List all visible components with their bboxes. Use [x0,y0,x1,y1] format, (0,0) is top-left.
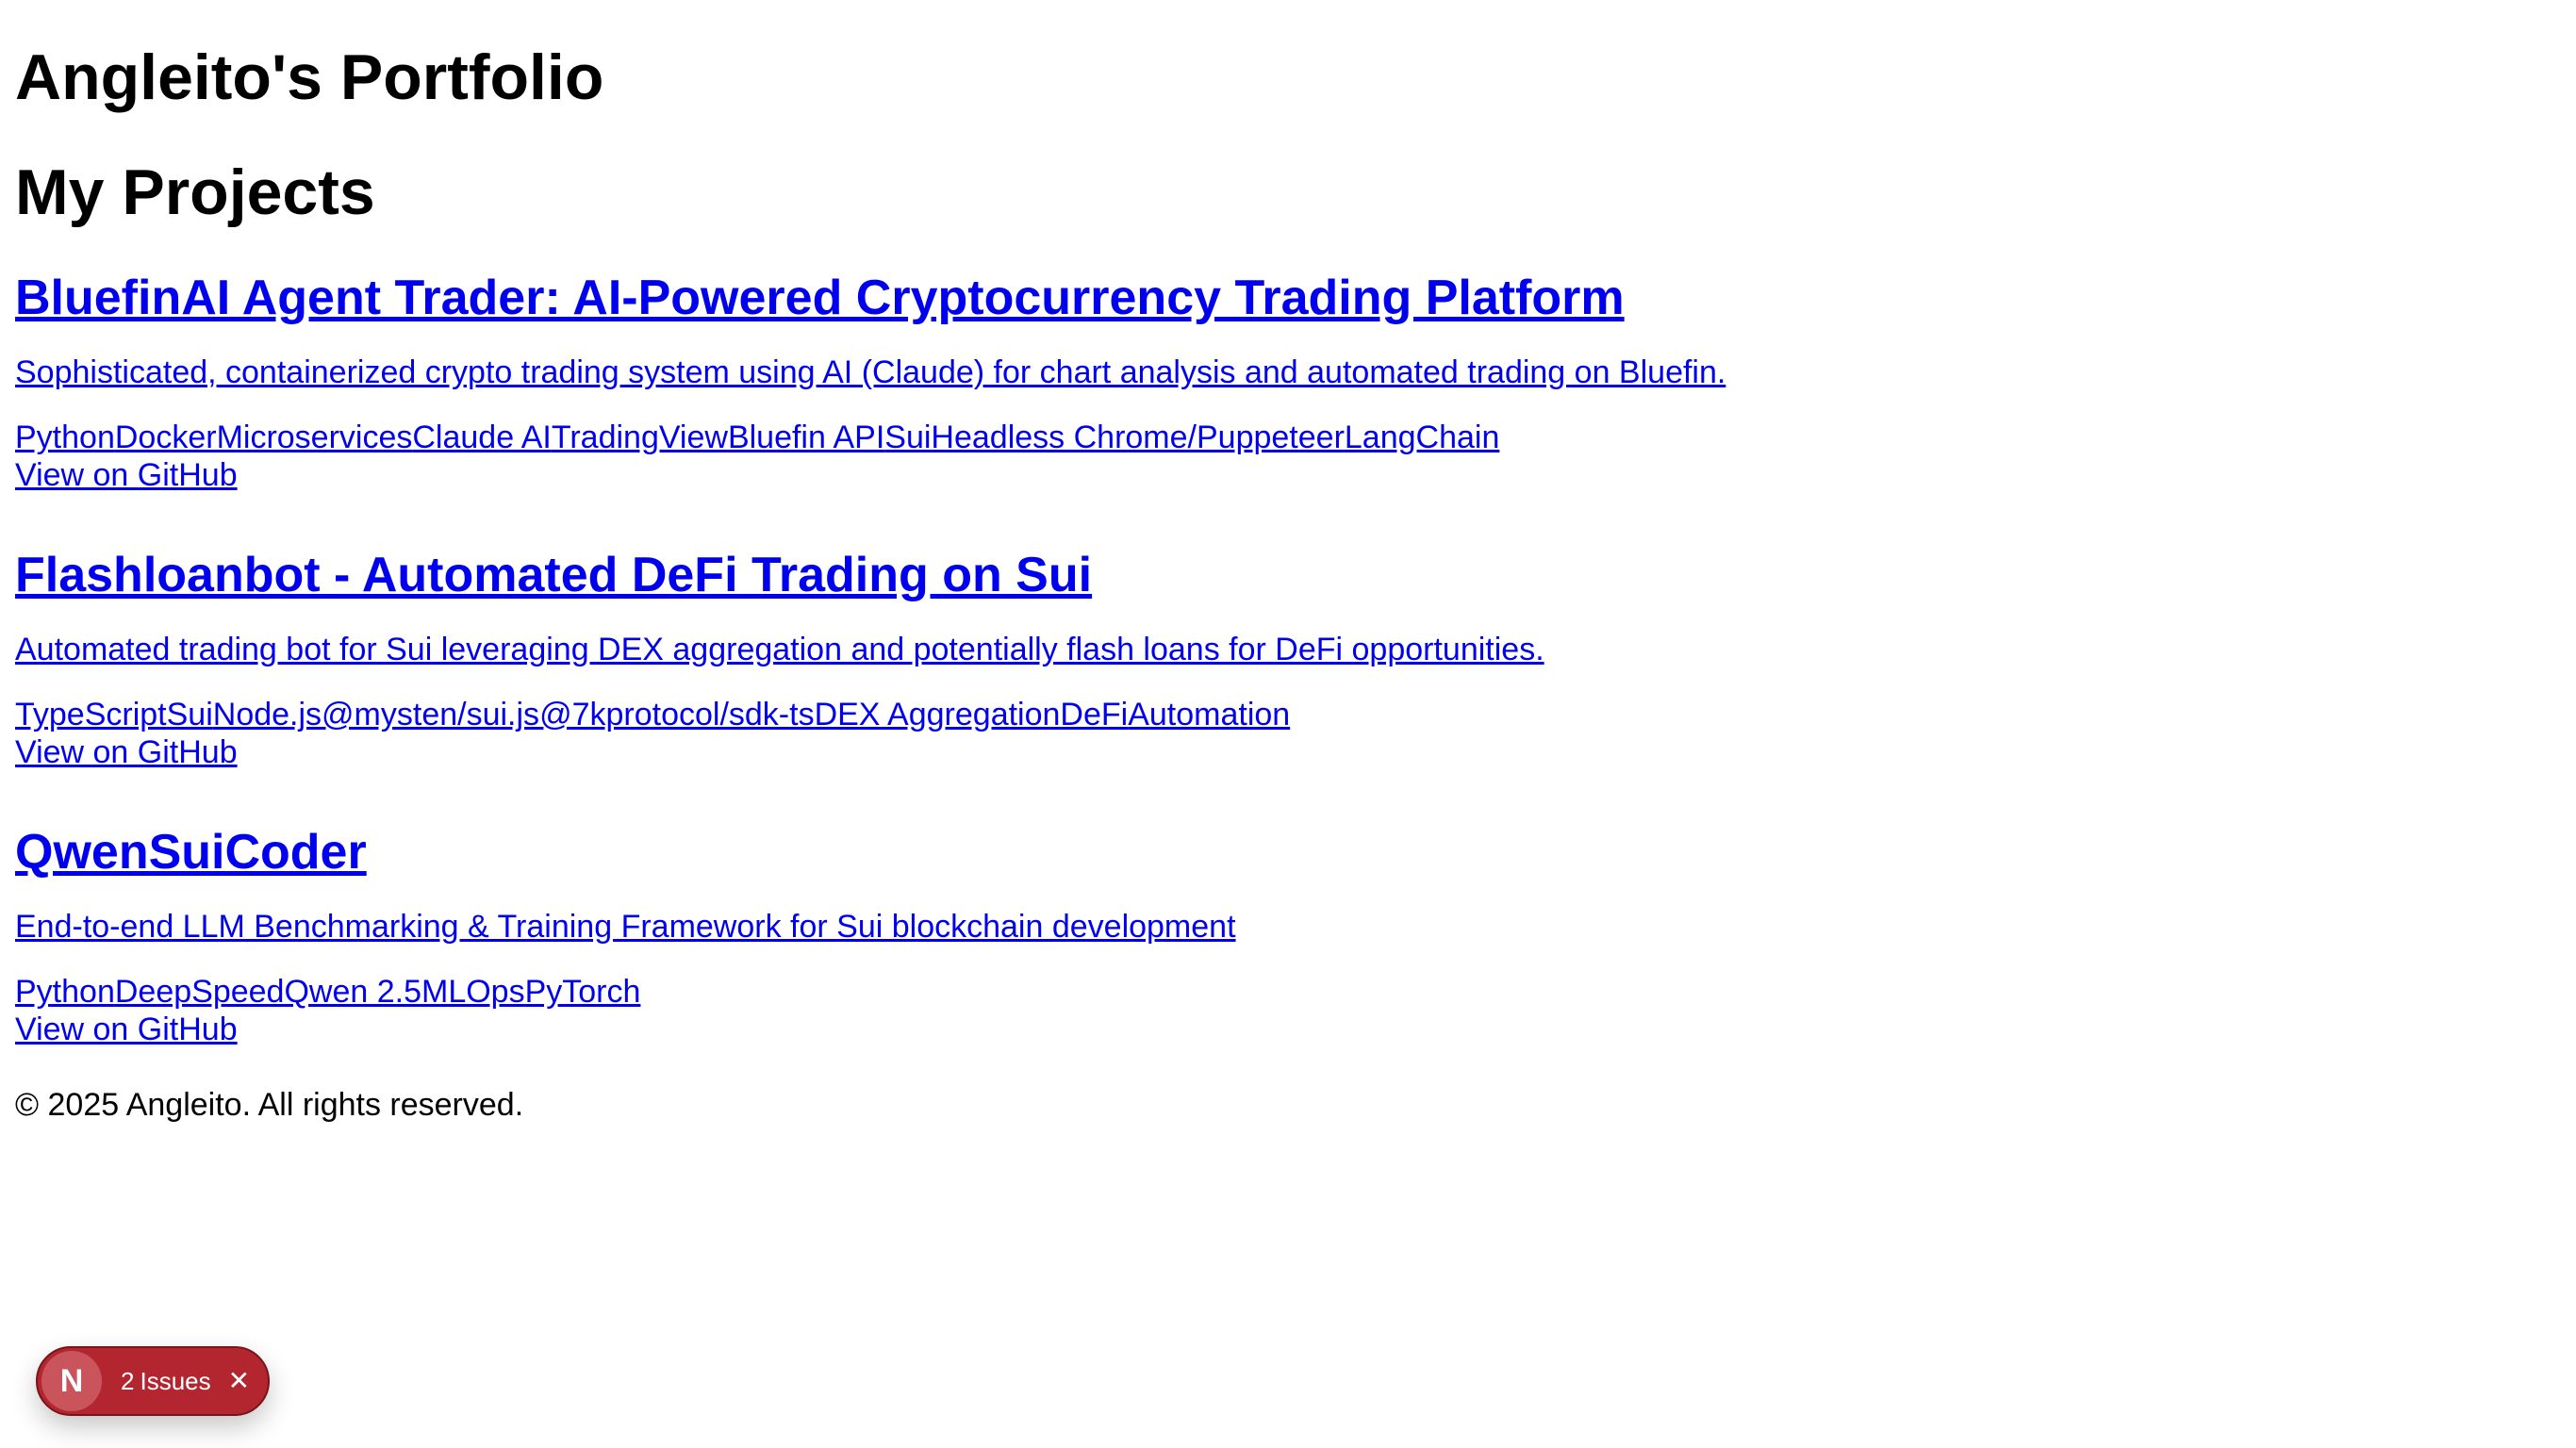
tag-link[interactable]: DeepSpeed [115,974,285,1010]
project-title-link[interactable]: BluefinAI Agent Trader: AI-Powered Crypt… [15,268,2467,328]
project-description-link[interactable]: Sophisticated, containerized crypto trad… [15,351,2467,394]
project-card-qwensuicoder: QwenSuiCoder End-to-end LLM Benchmarking… [15,822,2467,1048]
project-tags: PythonDockerMicroservicesClaude AITradin… [15,419,2467,456]
github-link[interactable]: View on GitHub [15,1011,2467,1048]
copyright-footer: © 2025 Angleito. All rights reserved. [15,1087,524,1123]
tag-link[interactable]: LangChain [1345,420,1499,455]
close-icon[interactable]: ✕ [228,1367,250,1395]
tag-link[interactable]: DeFi [1060,697,1128,732]
tag-link[interactable]: DEX Aggregation [815,697,1061,732]
tag-link[interactable]: TypeScript [15,697,167,732]
tag-link[interactable]: Docker [115,420,217,455]
tag-link[interactable]: Qwen 2.5 [284,974,421,1010]
dev-issues-badge[interactable]: N 2 Issues ✕ [36,1346,270,1416]
tag-link[interactable]: PyTorch [525,974,641,1010]
tag-link[interactable]: @7kprotocol/sdk-ts [539,697,815,732]
tag-link[interactable]: Python [15,974,115,1010]
project-title-link[interactable]: QwenSuiCoder [15,822,2467,882]
nextjs-logo-icon[interactable]: N [41,1351,102,1411]
tag-link[interactable]: Bluefin API [728,420,884,455]
site-title: Angleito's Portfolio [15,41,604,113]
portfolio-page: Angleito's Portfolio My Projects Bluefin… [0,0,2576,1448]
tag-link[interactable]: Headless Chrome/Puppeteer [931,420,1344,455]
tag-link[interactable]: Microservices [217,420,413,455]
tag-link[interactable]: @mysten/sui.js [322,697,539,732]
github-link[interactable]: View on GitHub [15,733,2467,771]
tag-link[interactable]: Sui [884,420,931,455]
project-tags: TypeScriptSuiNode.js@mysten/sui.js@7kpro… [15,696,2467,733]
issues-count[interactable]: 2 [121,1367,134,1395]
project-tags: PythonDeepSpeedQwen 2.5MLOpsPyTorch [15,973,2467,1011]
tag-link[interactable]: Sui [167,697,213,732]
github-link[interactable]: View on GitHub [15,456,2467,494]
project-title-link[interactable]: Flashloanbot - Automated DeFi Trading on… [15,545,2467,605]
section-title: My Projects [15,156,375,228]
issues-label[interactable]: Issues [140,1367,210,1395]
project-card-bluefin: BluefinAI Agent Trader: AI-Powered Crypt… [15,268,2467,494]
tag-link[interactable]: Claude AI [412,420,551,455]
tag-link[interactable]: Automation [1128,697,1290,732]
tag-link[interactable]: MLOps [421,974,525,1010]
tag-link[interactable]: Python [15,420,115,455]
tag-link[interactable]: TradingView [552,420,728,455]
project-description-link[interactable]: Automated trading bot for Sui leveraging… [15,628,2467,671]
project-card-flashloanbot: Flashloanbot - Automated DeFi Trading on… [15,545,2467,771]
project-description-link[interactable]: End-to-end LLM Benchmarking & Training F… [15,905,2467,948]
tag-link[interactable]: Node.js [213,697,322,732]
